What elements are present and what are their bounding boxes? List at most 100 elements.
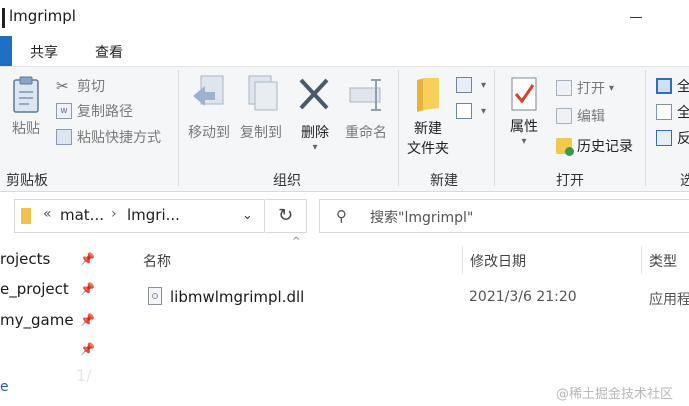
paste-shortcut-button[interactable]: 粘贴快捷方式 — [56, 126, 161, 148]
column-divider[interactable] — [462, 246, 463, 274]
nav-item[interactable]: my_game — [0, 311, 74, 329]
delete-x-icon — [299, 78, 329, 110]
history-label: 历史记录 — [577, 139, 633, 155]
paste-button[interactable]: 粘贴 — [8, 76, 44, 138]
paste-shortcut-icon — [56, 129, 72, 145]
pin-icon[interactable]: 📌 — [80, 313, 95, 327]
edit-icon — [556, 108, 572, 124]
column-header-name[interactable]: 名称 — [143, 251, 171, 271]
edit-button[interactable]: 编辑 — [556, 105, 605, 127]
cut-label: 剪切 — [77, 79, 105, 95]
ribbon-separator — [178, 70, 179, 186]
search-icon: ⚲ — [336, 207, 347, 225]
scissors-icon: ✂ — [56, 77, 69, 95]
clipboard-group-label: 剪贴板 — [6, 173, 48, 189]
paste-shortcut-label: 粘贴快捷方式 — [77, 130, 161, 146]
search-input[interactable]: ⚲ 搜索"lmgrimpl" — [319, 199, 689, 233]
new-item-icon — [456, 77, 472, 93]
select-none-icon — [656, 104, 672, 120]
chevron-down-icon[interactable]: ⌄ — [242, 208, 253, 223]
pin-icon[interactable]: 📌 — [80, 282, 95, 296]
breadcrumb-lmgrimpl[interactable]: lmgri... — [127, 206, 180, 224]
pin-icon[interactable]: 📌 — [80, 342, 95, 356]
history-icon — [556, 138, 574, 156]
refresh-button[interactable]: ↻ — [266, 199, 307, 233]
copy-path-icon: W — [56, 103, 72, 119]
select-group-label: 选 — [680, 173, 689, 189]
folder-icon — [417, 78, 439, 112]
edit-label: 编辑 — [577, 109, 605, 125]
ribbon-separator — [398, 70, 399, 186]
search-placeholder: 搜索"lmgrimpl" — [370, 210, 474, 226]
copy-path-button[interactable]: W 复制路径 — [56, 100, 133, 122]
move-to-button[interactable]: 移动到 — [184, 74, 234, 142]
copy-to-icon — [248, 75, 278, 111]
move-to-label: 移动到 — [188, 125, 230, 141]
nav-item[interactable]: e — [0, 379, 9, 395]
chevron-down-icon: ▾ — [481, 105, 487, 117]
clipboard-icon — [13, 76, 39, 113]
organize-group-label: 组织 — [273, 173, 301, 189]
open-group-label: 打开 — [556, 173, 584, 189]
column-divider[interactable] — [641, 246, 642, 274]
properties-button[interactable]: 属性 ▾ — [503, 76, 545, 147]
chevron-down-icon: ▾ — [312, 142, 318, 153]
new-folder-label-1: 新建 — [414, 121, 442, 137]
cut-button[interactable]: ✂ 剪切 — [56, 75, 105, 97]
select-all-icon — [656, 78, 672, 94]
select-all-button[interactable]: 全 — [656, 75, 689, 97]
tab-share[interactable]: 共享 — [30, 42, 58, 62]
copy-to-label: 复制到 — [240, 125, 282, 141]
sort-up-icon: ^ — [292, 236, 301, 247]
delete-button[interactable]: 删除 ▾ — [296, 74, 334, 153]
open-label: 打开 — [577, 81, 605, 97]
open-icon — [556, 80, 572, 96]
ribbon-separator — [494, 70, 495, 186]
dll-file-icon — [148, 287, 162, 305]
invert-selection-label: 反 — [677, 131, 689, 147]
new-item-button[interactable]: ▾ — [456, 74, 486, 96]
delete-label: 删除 — [301, 125, 329, 141]
easy-access-icon — [456, 103, 472, 119]
title-bar: lmgrimpl — [0, 0, 689, 36]
nav-item[interactable]: rojects — [0, 250, 50, 268]
easy-access-button[interactable]: ▾ — [456, 100, 486, 122]
open-button[interactable]: 打开 ▾ — [556, 77, 614, 99]
file-type: 应用程 — [649, 292, 689, 308]
new-folder-button[interactable]: 新建 文件夹 — [404, 74, 452, 158]
path-overflow[interactable]: « — [43, 206, 52, 222]
chevron-down-icon: ▾ — [521, 136, 527, 147]
history-button[interactable]: 历史记录 — [556, 135, 633, 157]
select-none-label: 全 — [677, 105, 689, 121]
folder-icon — [21, 208, 31, 224]
column-header-type[interactable]: 类型 — [649, 251, 677, 271]
file-date: 2021/3/6 21:20 — [469, 289, 577, 305]
properties-label: 属性 — [510, 119, 538, 135]
copy-path-label: 复制路径 — [77, 104, 133, 120]
new-folder-label-2: 文件夹 — [407, 141, 449, 157]
rename-button[interactable]: 重命名 — [340, 74, 392, 142]
breadcrumb-separator-icon: › — [111, 206, 117, 222]
properties-icon — [511, 77, 537, 111]
window-icon — [2, 8, 5, 28]
rename-icon — [349, 79, 381, 111]
watermark: @稀土掘金技术社区 — [556, 387, 674, 402]
chevron-down-icon: ▾ — [609, 82, 615, 94]
select-none-button[interactable]: 全 — [656, 101, 689, 123]
invert-selection-button[interactable]: 反 — [656, 127, 689, 149]
new-group-label: 新建 — [430, 173, 458, 189]
address-bar[interactable]: « mat... › lmgri... ⌄ — [14, 199, 265, 233]
ribbon-separator — [645, 70, 646, 186]
copy-to-button[interactable]: 复制到 — [236, 74, 286, 142]
nav-item[interactable]: e_project — [0, 280, 69, 298]
tab-view[interactable]: 查看 — [95, 42, 123, 62]
minimize-icon[interactable] — [630, 17, 642, 18]
invert-selection-icon — [656, 130, 672, 146]
pin-icon[interactable]: 📌 — [80, 252, 95, 266]
breadcrumb-mat[interactable]: mat... — [60, 206, 104, 224]
move-to-icon — [193, 75, 224, 106]
refresh-icon: ↻ — [278, 205, 294, 226]
column-header-date[interactable]: 修改日期 — [470, 251, 526, 271]
faint-text: 1/ — [76, 366, 92, 385]
select-all-label: 全 — [677, 79, 689, 95]
